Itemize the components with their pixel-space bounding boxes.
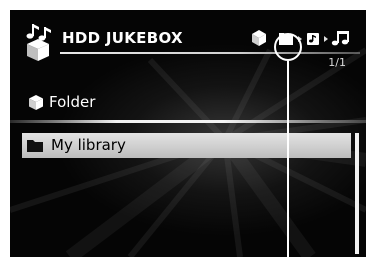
triangle-right-icon	[324, 36, 328, 42]
section-divider	[10, 120, 366, 123]
title-divider	[60, 52, 360, 54]
list-item[interactable]: My library	[22, 133, 351, 158]
app-title: HDD JUKEBOX	[62, 29, 183, 47]
album-icon	[307, 33, 319, 45]
page-counter: 1/1	[328, 56, 346, 69]
music-note-icon	[331, 31, 349, 46]
callout-circle	[274, 33, 302, 61]
cube-icon	[252, 30, 266, 46]
scrollbar[interactable]	[355, 133, 359, 254]
section-header: Folder	[28, 92, 228, 114]
list-item-label: My library	[51, 136, 126, 154]
hierarchy-indicator	[252, 30, 349, 46]
jukebox-logo-icon	[26, 24, 51, 61]
section-label: Folder	[49, 93, 96, 111]
jukebox-screen: HDD JUKEBOX 1/1 Folder My library	[10, 10, 366, 257]
callout-line	[287, 61, 289, 257]
folder-icon	[27, 140, 43, 152]
title-bar: HDD JUKEBOX 1/1	[10, 10, 366, 70]
cube-icon	[29, 95, 43, 110]
